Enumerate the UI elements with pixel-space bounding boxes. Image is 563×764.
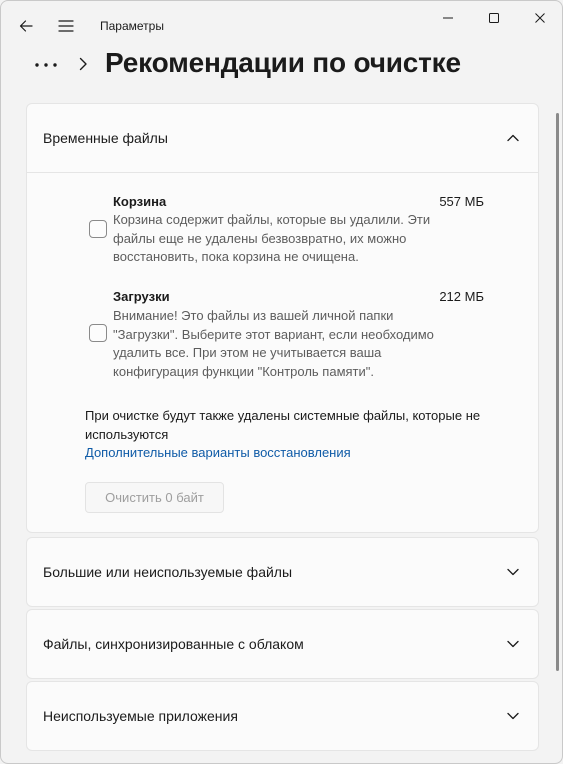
section-label: Файлы, синхронизированные с облаком: [43, 636, 304, 652]
menu-button[interactable]: [51, 11, 81, 41]
breadcrumb-more-button[interactable]: [31, 55, 61, 75]
chevron-down-icon: [507, 712, 519, 720]
item-title: Корзина: [113, 194, 167, 209]
item-description: Внимание! Это файлы из вашей личной папк…: [113, 308, 434, 379]
temp-files-section: Временные файлы Корзина 557 МБ Корзина с…: [26, 103, 539, 533]
large-files-section[interactable]: Большие или неиспользуемые файлы: [26, 537, 539, 607]
maximize-icon: [489, 13, 499, 23]
temp-files-header[interactable]: Временные файлы: [27, 104, 538, 172]
recovery-options-link[interactable]: Дополнительные варианты восстановления: [85, 445, 351, 460]
minimize-icon: [443, 17, 453, 19]
scrollbar[interactable]: [556, 113, 559, 671]
chevron-up-icon: [507, 134, 519, 142]
section-label: Временные файлы: [43, 130, 168, 146]
section-label: Большие или неиспользуемые файлы: [43, 564, 293, 580]
hamburger-menu-icon: [58, 20, 74, 32]
title-bar: Параметры: [1, 1, 562, 49]
close-icon: [535, 13, 545, 23]
item-size: 212 МБ: [439, 289, 484, 304]
large-files-header[interactable]: Большие или неиспользуемые файлы: [27, 538, 538, 606]
minimize-button[interactable]: [425, 1, 471, 35]
chevron-down-icon: [507, 640, 519, 648]
page-title: Рекомендации по очистке: [105, 47, 461, 78]
back-arrow-icon: [19, 20, 33, 32]
system-files-notice: При очистке будут также удалены системны…: [85, 408, 481, 442]
settings-window: Параметры Рекомендации по очистке Времен…: [0, 0, 563, 764]
downloads-checkbox[interactable]: [89, 324, 107, 342]
maximize-button[interactable]: [471, 1, 517, 35]
clean-button[interactable]: Очистить 0 байт: [85, 482, 224, 513]
divider: [27, 172, 538, 173]
breadcrumb: Рекомендации по очистке: [1, 47, 562, 91]
back-button[interactable]: [11, 11, 41, 41]
section-label: Неиспользуемые приложения: [43, 708, 238, 724]
unused-apps-header[interactable]: Неиспользуемые приложения: [27, 682, 538, 750]
item-size: 557 МБ: [439, 194, 484, 209]
cloud-files-header[interactable]: Файлы, синхронизированные с облаком: [27, 610, 538, 678]
recycle-bin-checkbox[interactable]: [89, 220, 107, 238]
cloud-files-section[interactable]: Файлы, синхронизированные с облаком: [26, 609, 539, 679]
app-title: Параметры: [100, 19, 164, 33]
unused-apps-section[interactable]: Неиспользуемые приложения: [26, 681, 539, 751]
more-dots-icon: [35, 63, 57, 67]
item-title: Загрузки: [113, 289, 170, 304]
chevron-right-icon: [79, 57, 87, 71]
close-button[interactable]: [517, 1, 562, 35]
chevron-down-icon: [507, 568, 519, 576]
item-description: Корзина содержит файлы, которые вы удали…: [113, 212, 431, 264]
